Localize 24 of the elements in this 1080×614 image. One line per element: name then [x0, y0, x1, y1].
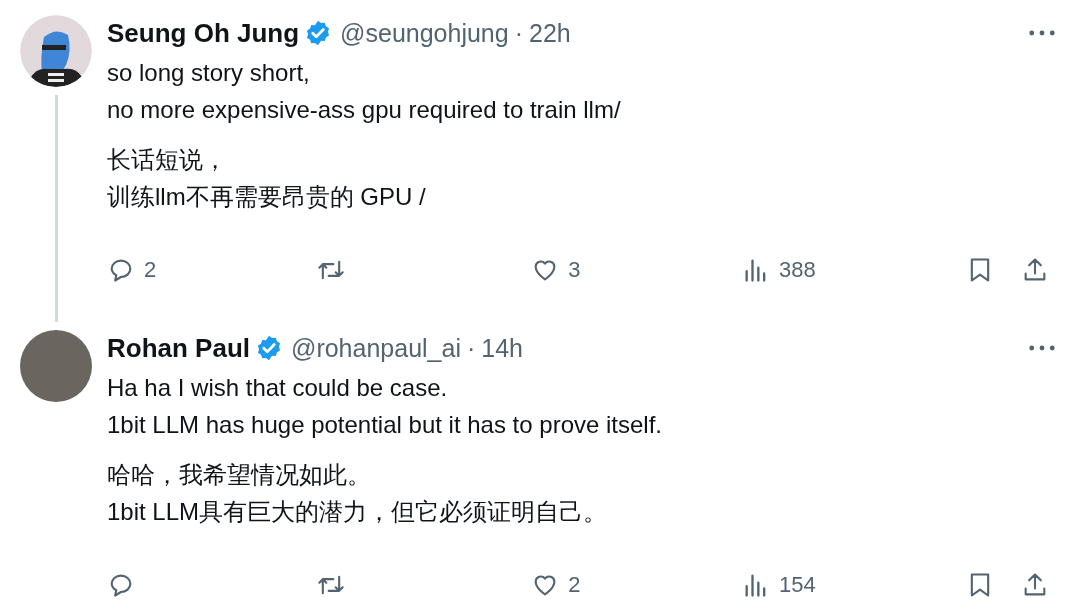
separator-dot: · [514, 18, 523, 48]
author-name[interactable]: Seung Oh Jung [107, 17, 300, 49]
user-handle[interactable]: @seungohjung [340, 18, 509, 48]
post-text: 1bit LLM has huge potential but it has to prove itself. [107, 410, 663, 440]
separator-dot: · [466, 333, 476, 363]
post-text: Ha ha I wish that could be case. [107, 373, 449, 403]
post-text: 1bit LLM具有巨大的潜力，但它必须证明自己。 [107, 497, 609, 527]
action-count: 3 [568, 257, 581, 283]
post-text: 训练llm不再需要昂贵的 GPU / [107, 182, 427, 212]
author-name[interactable]: Rohan Paul [107, 332, 250, 364]
post-time[interactable]: 14h [481, 333, 523, 363]
post-text: no more expensive-ass gpu required to train llm/ [107, 95, 622, 125]
user-handle[interactable]: @rohanpaul_ai [291, 333, 461, 363]
post-time[interactable]: 22h [529, 18, 571, 48]
more-options-icon[interactable] [1028, 344, 1056, 352]
action-count: 388 [779, 257, 816, 283]
action-count: 2 [144, 257, 157, 283]
action-count: 154 [779, 572, 816, 598]
cartoon-avatar[interactable] [20, 15, 92, 87]
post-text: so long story short, [107, 58, 311, 88]
more-options-icon[interactable] [1028, 29, 1056, 37]
post-text: 长话短说， [107, 145, 228, 175]
action-count: 2 [568, 572, 581, 598]
post-text: 哈哈，我希望情况如此。 [107, 460, 372, 490]
